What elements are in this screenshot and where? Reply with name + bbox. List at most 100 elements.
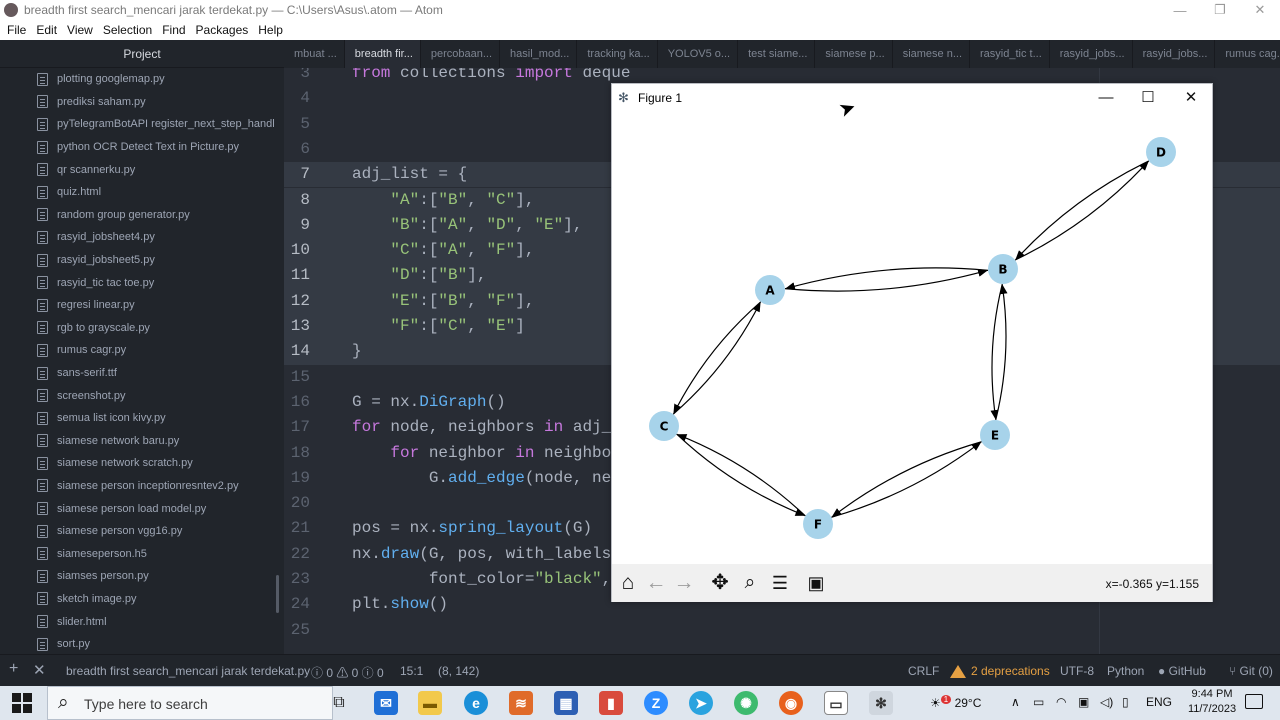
file-explorer-icon[interactable]: ▬ [418, 691, 442, 715]
file-item[interactable]: rasyid_jobsheet5.py [0, 249, 284, 272]
file-item[interactable]: python OCR Detect Text in Picture.py [0, 136, 284, 159]
home-icon[interactable]: ⌂ [615, 570, 641, 596]
taskbar-search-box[interactable]: ⌕ Type here to search [47, 686, 333, 720]
editor-tab[interactable]: percobaan... [421, 40, 501, 68]
editor-tab[interactable]: tracking ka... [577, 40, 658, 68]
status-deprecations[interactable]: 2 deprecations [950, 664, 1050, 679]
graph-plot[interactable]: A B C D E F [612, 112, 1212, 564]
pan-icon[interactable]: ✥ [707, 570, 733, 596]
menu-packages[interactable]: Packages [196, 23, 249, 37]
app-window-icon[interactable]: ▭ [824, 691, 848, 715]
editor-tab[interactable]: rasyid_jobs... [1133, 40, 1216, 68]
file-item[interactable]: slider.html [0, 610, 284, 633]
task-view-icon[interactable]: ⧉ [327, 691, 351, 715]
status-diagnostics[interactable]: ⓘ 0 ⚠ 0 ⓘ 0 [311, 664, 384, 681]
file-item[interactable]: regresi linear.py [0, 294, 284, 317]
file-item[interactable]: rasyid_jobsheet4.py [0, 226, 284, 249]
app-red-icon[interactable]: ▮ [599, 691, 623, 715]
zoom-icon[interactable]: ⌕ [737, 570, 763, 596]
python-figure-icon[interactable]: ✻ [869, 691, 893, 715]
figure-minimize-button[interactable]: — [1093, 87, 1119, 109]
add-terminal-icon[interactable]: + [9, 660, 18, 678]
show-hidden-icons[interactable]: ∧ [1011, 695, 1020, 709]
status-line-ending[interactable]: CRLF [908, 664, 939, 678]
editor-tab[interactable]: breadth fir... [344, 40, 421, 68]
language-indicator[interactable]: ENG [1146, 695, 1172, 709]
status-git[interactable]: ⑂ Git (0) [1229, 664, 1273, 678]
file-item[interactable]: semua list icon kivy.py [0, 407, 284, 430]
editor-tab[interactable]: rasyid_tic t... [970, 40, 1050, 68]
firefox-icon[interactable]: ◉ [779, 691, 803, 715]
save-icon[interactable]: ▣ [803, 570, 829, 596]
file-item[interactable]: screenshot.py [0, 384, 284, 407]
status-grammar[interactable]: Python [1107, 664, 1144, 678]
weather-widget[interactable]: ☀ 1 29°C [930, 695, 981, 710]
file-item[interactable]: siamese person load model.py [0, 497, 284, 520]
store-icon[interactable]: ▦ [554, 691, 578, 715]
editor-tab[interactable]: rasyid_jobs... [1050, 40, 1133, 68]
taskbar-clock[interactable]: 9:44 PM 11/7/2023 [1182, 687, 1242, 717]
forward-arrow-icon[interactable]: → [671, 570, 697, 596]
editor-tab[interactable]: hasil_mod... [500, 40, 578, 68]
window-maximize-button[interactable]: ❐ [1200, 2, 1240, 18]
project-panel-title[interactable]: Project [0, 40, 284, 68]
file-item[interactable]: qr scannerku.py [0, 158, 284, 181]
network-icon[interactable]: ▣ [1078, 695, 1089, 709]
zoom-app-icon[interactable]: Z [644, 691, 668, 715]
file-item[interactable]: siamese network baru.py [0, 430, 284, 453]
menu-view[interactable]: View [67, 23, 93, 37]
sidebar-scrollbar[interactable] [276, 575, 279, 613]
file-item[interactable]: rgb to grayscale.py [0, 317, 284, 340]
file-item[interactable]: rumus cagr.py [0, 339, 284, 362]
editor-tab[interactable]: siamese n... [893, 40, 971, 68]
file-item[interactable]: quiz.html [0, 181, 284, 204]
device-icon[interactable]: ▯ [1122, 695, 1129, 709]
file-item[interactable]: pyTelegramBotAPI register_next_step_hand… [0, 113, 284, 136]
file-item[interactable]: sketch image.py [0, 588, 284, 611]
editor-tab[interactable]: mbuat ... [284, 40, 345, 68]
file-item[interactable]: sort.py [0, 633, 284, 654]
code-line[interactable]: 25 [284, 618, 1280, 643]
file-item[interactable]: random group generator.py [0, 204, 284, 227]
editor-tab[interactable]: siamese p... [815, 40, 893, 68]
battery-icon[interactable]: ▭ [1033, 695, 1044, 709]
telegram-icon[interactable]: ➤ [689, 691, 713, 715]
editor-tab[interactable]: test siame... [738, 40, 816, 68]
file-item[interactable]: siamese person vgg16.py [0, 520, 284, 543]
app-orange-icon[interactable]: ≋ [509, 691, 533, 715]
menu-edit[interactable]: Edit [36, 23, 57, 37]
status-github[interactable]: ● GitHub [1158, 664, 1206, 678]
file-item[interactable]: siameseperson.h5 [0, 542, 284, 565]
editor-tab[interactable]: rumus cag... [1215, 40, 1280, 68]
notification-center-icon[interactable] [1245, 694, 1263, 709]
speaker-icon[interactable]: ◁) [1100, 695, 1113, 709]
edge-browser-icon[interactable]: e [464, 691, 488, 715]
menu-help[interactable]: Help [258, 23, 283, 37]
file-item[interactable]: prediksi saham.py [0, 91, 284, 114]
status-encoding[interactable]: UTF-8 [1060, 664, 1094, 678]
file-item[interactable]: plotting googlemap.py [0, 68, 284, 91]
status-file-name[interactable]: breadth first search_mencari jarak terde… [66, 664, 310, 678]
configure-subplots-icon[interactable]: ☰ [767, 570, 793, 596]
editor-tab[interactable]: YOLOV5 o... [658, 40, 739, 68]
status-cursor-position[interactable]: 15:1 [400, 664, 423, 678]
file-item[interactable]: rasyid_tic tac toe.py [0, 271, 284, 294]
file-item[interactable]: siamses person.py [0, 565, 284, 588]
file-item[interactable]: siamese network scratch.py [0, 452, 284, 475]
menu-find[interactable]: Find [162, 23, 185, 37]
mail-icon[interactable]: ✉ [374, 691, 398, 715]
menu-file[interactable]: File [7, 23, 26, 37]
windows-start-button[interactable] [12, 693, 32, 713]
window-minimize-button[interactable]: — [1160, 3, 1200, 18]
wifi-icon[interactable]: ◠ [1056, 695, 1066, 709]
status-selection-count[interactable]: (8, 142) [438, 664, 479, 678]
file-item[interactable]: siamese person inceptionresntev2.py [0, 475, 284, 498]
menu-selection[interactable]: Selection [103, 23, 152, 37]
figure-close-button[interactable]: ✕ [1178, 87, 1204, 109]
chatgpt-icon[interactable]: ✺ [734, 691, 758, 715]
close-terminal-icon[interactable]: ✕ [33, 661, 46, 679]
file-item[interactable]: sans-serif.ttf [0, 362, 284, 385]
window-close-button[interactable]: ✕ [1240, 2, 1280, 18]
figure-maximize-button[interactable]: ☐ [1135, 87, 1161, 109]
back-arrow-icon[interactable]: ← [643, 570, 669, 596]
